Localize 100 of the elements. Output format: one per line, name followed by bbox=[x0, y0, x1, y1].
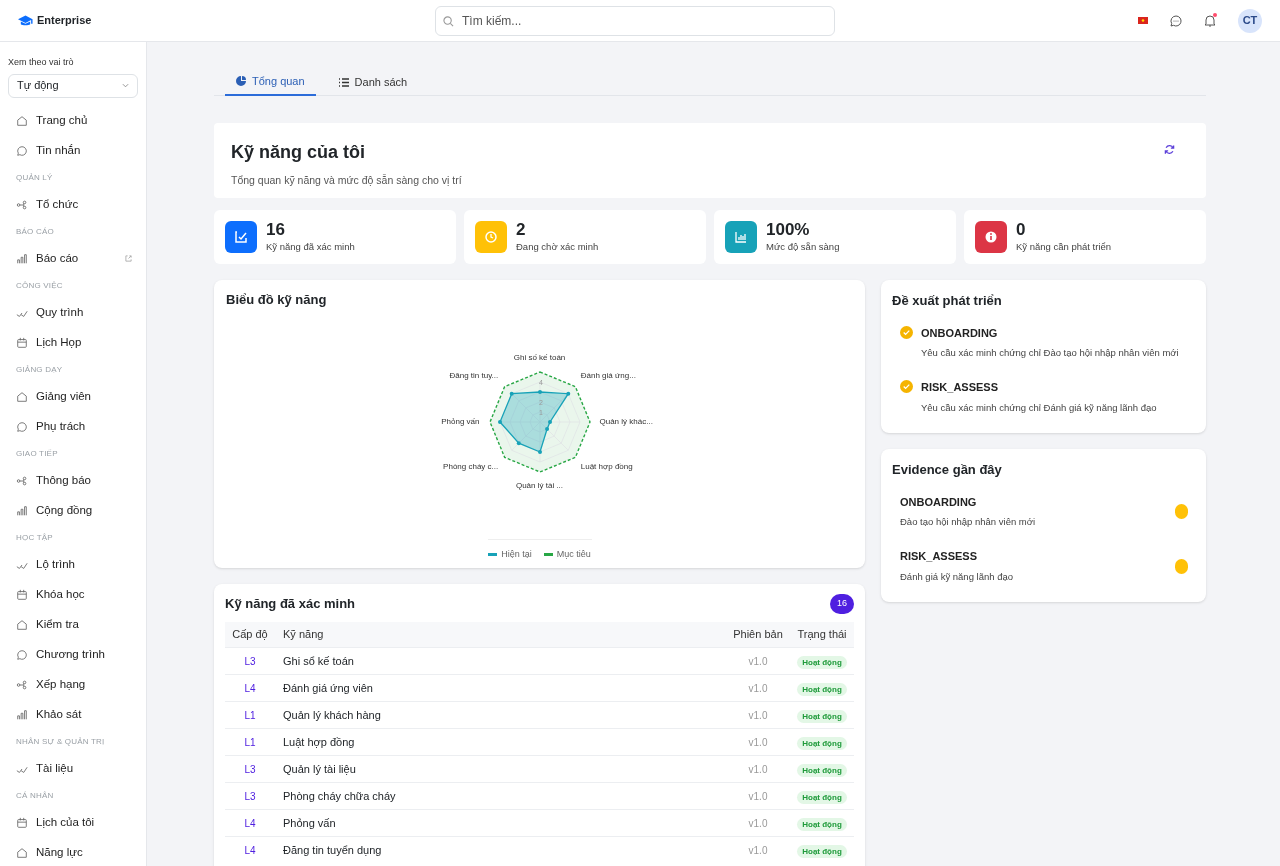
axis-label: Quản lý tài ... bbox=[515, 479, 564, 492]
sidebar-item[interactable]: Quy trình bbox=[8, 297, 138, 328]
menu-item-icon bbox=[16, 198, 28, 211]
skill-cell: Luật hợp đồng bbox=[275, 728, 726, 756]
status-badge: Hoạt động bbox=[797, 817, 847, 831]
version-cell: v1.0 bbox=[726, 809, 790, 837]
stat-value: 2 bbox=[516, 219, 527, 240]
level-cell: L4 bbox=[225, 809, 275, 837]
check-circle-icon bbox=[900, 325, 913, 339]
sidebar-item[interactable]: Xếp hạng bbox=[8, 669, 138, 700]
sidebar-item[interactable]: Khóa học bbox=[8, 579, 138, 610]
axis-label: Luật hợp đồng bbox=[580, 460, 633, 473]
sidebar-item[interactable]: Kiểm tra bbox=[8, 609, 138, 640]
suggestion-code: ONBOARDING bbox=[921, 325, 999, 341]
tab[interactable]: Danh sách bbox=[327, 68, 419, 96]
suggestion-code: RISK_ASSESS bbox=[921, 380, 1000, 396]
version-cell: v1.0 bbox=[726, 755, 790, 783]
sidebar-item[interactable]: Khảo sát bbox=[8, 699, 138, 730]
skill-cell: Quản lý tài liệu bbox=[275, 755, 726, 783]
menu-item-icon bbox=[16, 648, 28, 661]
level-cell: L4 bbox=[225, 836, 275, 864]
sidebar-item[interactable]: Thông báo bbox=[8, 465, 138, 496]
evidence-text: Đào tạo hội nhập nhân viên mới bbox=[900, 515, 1036, 529]
column-header: Cấp độ bbox=[225, 621, 275, 648]
sidebar-item[interactable]: Lịch Họp bbox=[8, 327, 138, 358]
stat-label: Đang chờ xác minh bbox=[516, 239, 599, 254]
section-label: BÁO CÁO bbox=[15, 225, 55, 238]
axis-label: Đánh giá ứng... bbox=[580, 370, 636, 383]
level-cell: L4 bbox=[225, 674, 275, 702]
sidebar-item[interactable]: Tài liệu bbox=[8, 753, 138, 784]
skill-cell: Phỏng vấn bbox=[275, 809, 726, 837]
list-icon bbox=[338, 77, 349, 87]
status-badge: Hoạt động bbox=[797, 709, 847, 723]
axis-label: Phỏng vấn bbox=[441, 415, 480, 428]
sidebar-item[interactable]: Lộ trình bbox=[8, 549, 138, 580]
menu-item-icon bbox=[16, 504, 28, 517]
checkbox-icon bbox=[233, 229, 249, 245]
sidebar-item[interactable]: Cộng đồng bbox=[8, 495, 138, 526]
axis-label: Ghi số kế toán bbox=[513, 351, 566, 364]
user-avatar[interactable]: CT bbox=[1238, 8, 1262, 33]
role-dropdown[interactable]: Tự động bbox=[8, 73, 138, 98]
level-cell: L3 bbox=[225, 647, 275, 675]
stat-label: Kỹ năng đã xác minh bbox=[266, 239, 355, 254]
status-badge: Hoạt động bbox=[797, 655, 847, 669]
sidebar-item[interactable]: Báo cáo bbox=[8, 243, 138, 274]
sidebar-item[interactable]: Trang chủ bbox=[8, 105, 138, 136]
search-icon bbox=[443, 15, 454, 27]
legend-label: Hiện tại bbox=[501, 547, 532, 561]
menu-item-icon bbox=[16, 618, 28, 631]
sidebar-item[interactable]: Giảng viên bbox=[8, 381, 138, 412]
tab[interactable]: Tổng quan bbox=[225, 68, 316, 96]
clock-icon bbox=[483, 229, 499, 245]
section-label: GIAO TIẾP bbox=[15, 447, 59, 460]
stat-label: Kỹ năng cần phát triển bbox=[1016, 239, 1112, 254]
section-label: HỌC TẬP bbox=[15, 531, 54, 544]
sidebar-item[interactable]: Năng lực bbox=[8, 837, 138, 866]
sidebar-item[interactable]: Chương trình bbox=[8, 639, 138, 670]
evidence-text: Đánh giá kỹ năng lãnh đạo bbox=[900, 569, 1014, 584]
section-label: CÁ NHÂN bbox=[15, 789, 55, 802]
axis-label: Quản lý khác... bbox=[599, 415, 653, 428]
axis-label: Đăng tin tuy... bbox=[449, 370, 499, 383]
count-badge: 16 bbox=[830, 594, 854, 614]
sidebar-item[interactable]: Tổ chức bbox=[8, 189, 138, 220]
pie-chart-icon bbox=[236, 76, 246, 86]
skill-cell: Đánh giá ứng viên bbox=[275, 674, 726, 702]
role-label: Xem theo vai trò bbox=[8, 56, 75, 69]
card-title: Đề xuất phát triển bbox=[892, 292, 1003, 310]
status-badge: Hoạt động bbox=[797, 845, 847, 858]
status-badge: Hoạt động bbox=[797, 790, 847, 804]
info-icon bbox=[983, 229, 999, 245]
menu-item-icon bbox=[16, 678, 28, 691]
menu-item-icon bbox=[16, 336, 28, 349]
menu-item-icon bbox=[16, 474, 28, 487]
status-badge: Hoạt động bbox=[797, 763, 847, 777]
menu-item-icon bbox=[16, 816, 28, 829]
skill-cell: Phòng cháy chữa cháy bbox=[275, 782, 726, 810]
version-cell: v1.0 bbox=[726, 647, 790, 675]
stat-label: Mức độ sẵn sàng bbox=[766, 239, 840, 254]
chat-icon[interactable] bbox=[1170, 14, 1182, 27]
card-title: Kỹ năng đã xác minh bbox=[225, 595, 356, 613]
sidebar-item[interactable]: Phụ trách bbox=[8, 411, 138, 442]
search-field[interactable]: Tìm kiếm... bbox=[435, 5, 835, 36]
sidebar-item[interactable]: Tin nhắn bbox=[8, 135, 138, 166]
check-circle-icon bbox=[900, 380, 913, 394]
sidebar-item[interactable]: Lịch của tôi bbox=[8, 807, 138, 838]
chevron-down-icon bbox=[122, 83, 129, 88]
suggestion-text: Yêu cầu xác minh chứng chỉ Đánh giá kỹ năng lãnh đạo bbox=[921, 400, 1157, 415]
version-cell: v1.0 bbox=[726, 782, 790, 810]
column-header: Trạng thái bbox=[790, 621, 854, 648]
stat-value: 0 bbox=[1016, 219, 1027, 240]
bell-icon[interactable] bbox=[1204, 14, 1216, 27]
brand-name[interactable]: Enterprise bbox=[37, 12, 92, 29]
menu-item-icon bbox=[16, 588, 28, 601]
section-label: CÔNG VIỆC bbox=[15, 279, 64, 292]
flag-icon[interactable] bbox=[1138, 17, 1148, 24]
refresh-icon[interactable] bbox=[1164, 144, 1175, 155]
page-title: Kỹ năng của tôi bbox=[231, 141, 366, 164]
skill-cell: Ghi sổ kế toán bbox=[275, 647, 726, 675]
evidence-code: ONBOARDING bbox=[900, 494, 978, 510]
page-subtitle: Tổng quan kỹ năng và mức độ sẵn sàng cho vị trí bbox=[231, 173, 462, 188]
